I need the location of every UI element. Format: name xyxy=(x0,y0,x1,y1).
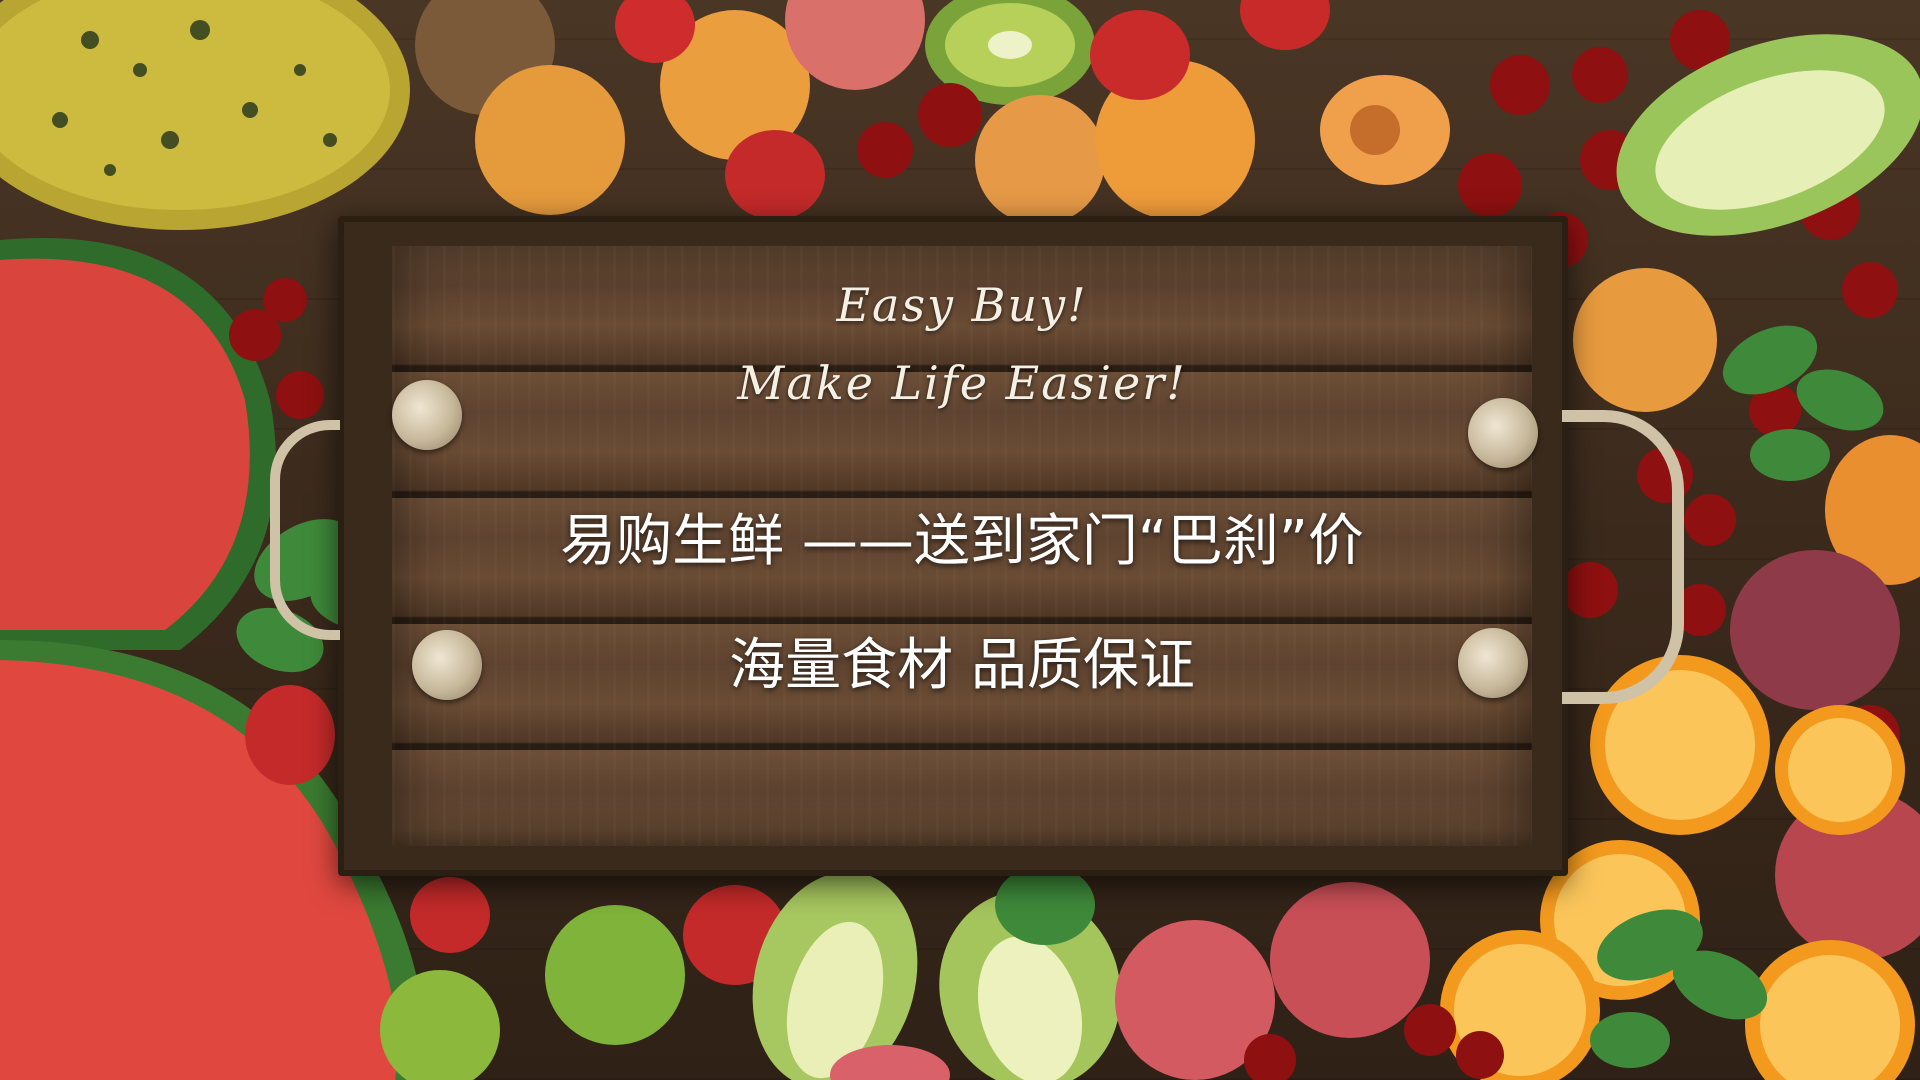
subheadline: 海量食材 品质保证 xyxy=(729,633,1195,698)
slide-background: Easy Buy! Make Life Easier! 易购生鲜 ——送到家门“… xyxy=(0,0,1920,1080)
rope-handle xyxy=(270,420,340,640)
apricot-icon xyxy=(475,65,625,215)
slogan-line-1: Easy Buy! xyxy=(836,278,1088,332)
strawberry-icon xyxy=(725,130,825,220)
rope-handle xyxy=(1562,410,1684,704)
slogan-line-2: Make Life Easier! xyxy=(737,356,1187,410)
peach-icon xyxy=(1730,550,1900,710)
cherry-icon xyxy=(1490,55,1550,115)
headline: 易购生鲜 ——送到家门“巴刹”价 xyxy=(560,509,1364,574)
